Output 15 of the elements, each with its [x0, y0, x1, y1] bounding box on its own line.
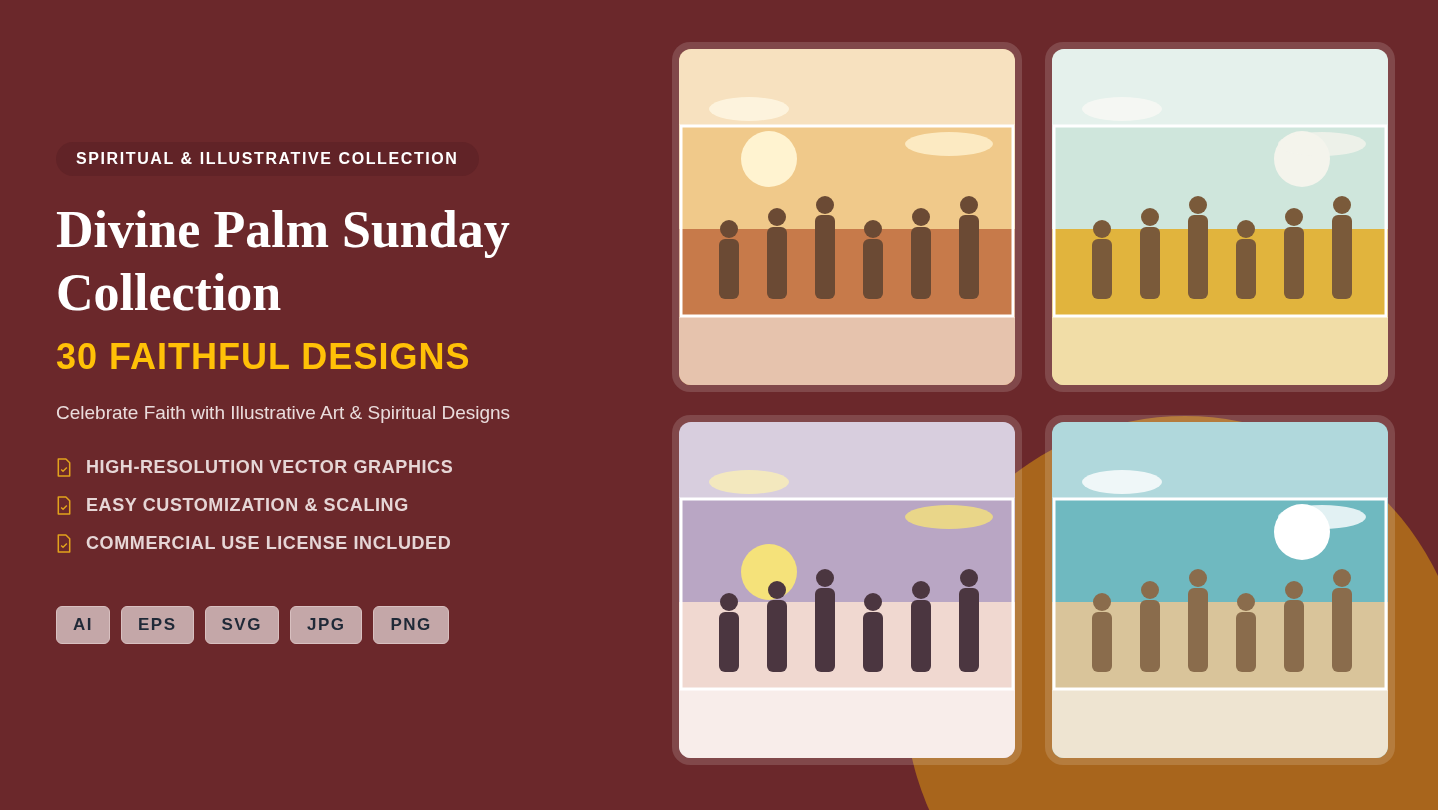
tagline: Celebrate Faith with Illustrative Art & Spiritual Designs — [56, 402, 511, 424]
format-tag: PNG — [373, 606, 449, 644]
format-tag: EPS — [121, 606, 194, 644]
feature-text: HIGH-RESOLUTION VECTOR GRAPHICS — [86, 457, 454, 478]
feature-text: COMMERCIAL USE LICENSE INCLUDED — [86, 533, 452, 554]
document-check-icon — [56, 496, 72, 515]
format-tag: JPG — [289, 606, 363, 644]
document-check-icon — [56, 534, 72, 553]
headline: Divine Palm Sunday Collection — [56, 200, 511, 323]
collection-badge: SPIRITUAL & ILLUSTRATIVE COLLECTION — [56, 142, 479, 176]
format-tag: AI — [56, 606, 110, 644]
document-check-icon — [56, 458, 72, 477]
design-count: 30 FAITHFUL DESIGNS — [56, 336, 471, 378]
format-tag: SVG — [204, 606, 279, 644]
feature-text: EASY CUSTOMIZATION & SCALING — [86, 495, 409, 516]
